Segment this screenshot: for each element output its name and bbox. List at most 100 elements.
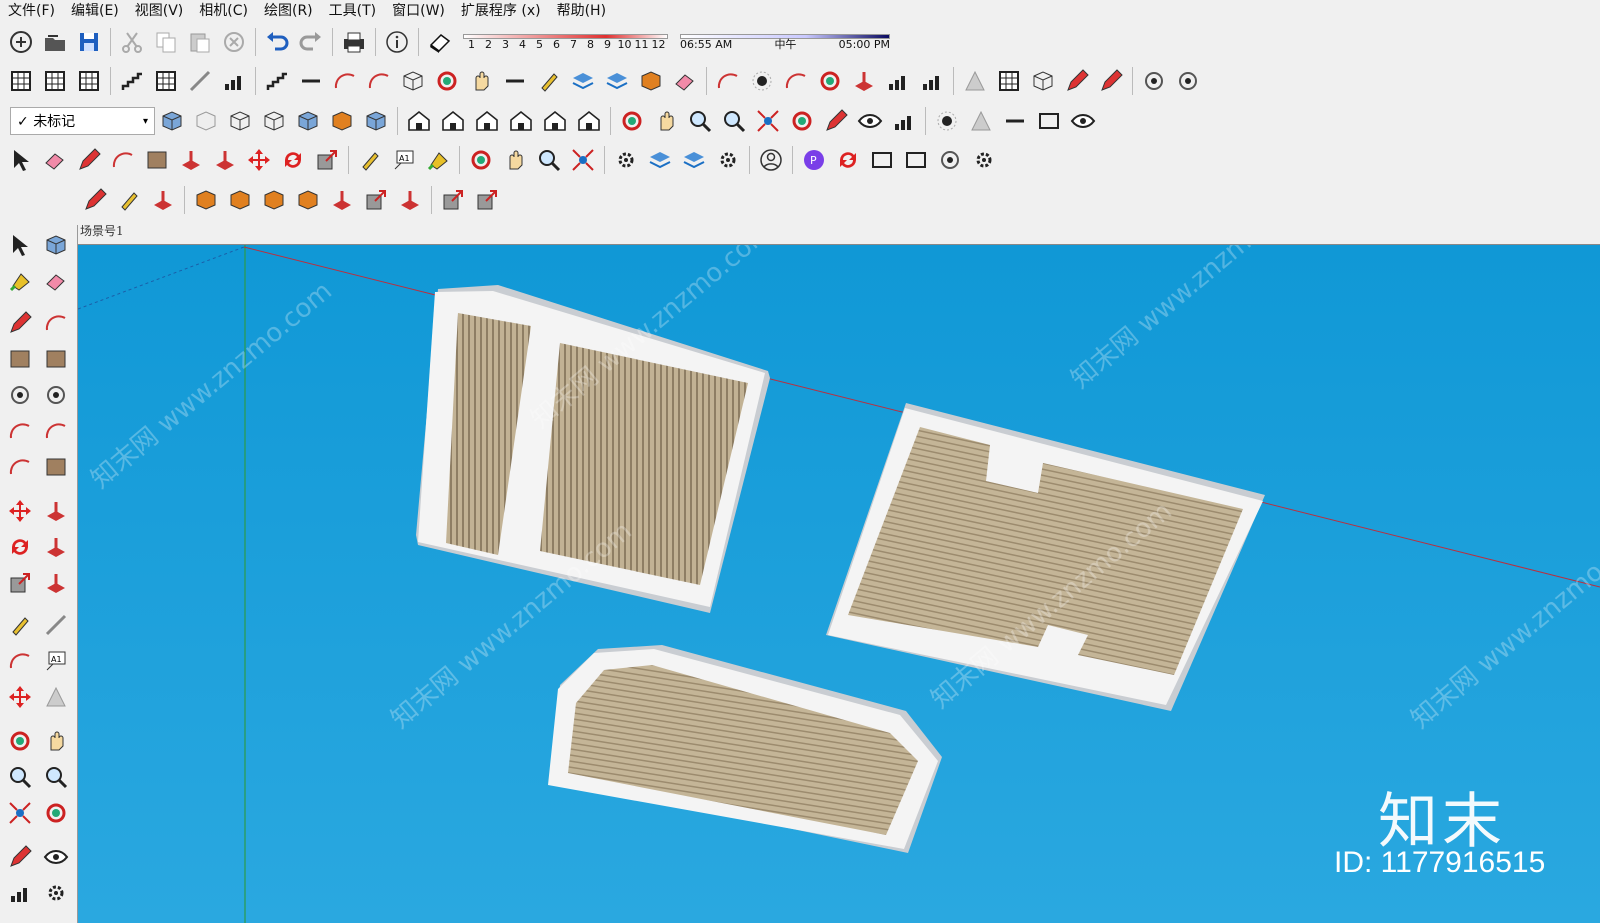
menu-tools[interactable]: 工具(T) xyxy=(321,0,384,22)
ceiling-panel-2[interactable] xyxy=(826,403,1265,711)
section-fill-button[interactable] xyxy=(964,104,998,138)
flower-button[interactable] xyxy=(967,143,1001,177)
undo-button[interactable] xyxy=(260,25,294,59)
orbit-button[interactable] xyxy=(2,723,38,759)
protractor-button[interactable] xyxy=(2,643,38,679)
zoom-window-button[interactable] xyxy=(717,104,751,138)
move-button[interactable] xyxy=(2,493,38,529)
month-slider[interactable]: 1 2 3 4 5 6 7 8 9 10 11 12 xyxy=(463,33,668,51)
spiral-button[interactable] xyxy=(813,64,847,98)
camera-button[interactable] xyxy=(865,143,899,177)
hide-button[interactable] xyxy=(1066,104,1100,138)
eraser-button[interactable] xyxy=(38,143,72,177)
iso-button[interactable] xyxy=(402,104,436,138)
dim-button[interactable] xyxy=(532,64,566,98)
warehouse-button[interactable] xyxy=(609,143,643,177)
ceiling-panel-3[interactable] xyxy=(548,645,942,853)
monochrome-button[interactable] xyxy=(359,104,393,138)
column-button[interactable] xyxy=(149,64,183,98)
time-slider[interactable]: 06:55 AM 中午 05:00 PM xyxy=(680,33,890,51)
stack-button[interactable] xyxy=(600,64,634,98)
section-button[interactable] xyxy=(930,104,964,138)
tape-button[interactable] xyxy=(2,607,38,643)
scale-button[interactable] xyxy=(310,143,344,177)
ring-button[interactable] xyxy=(38,64,72,98)
previous-button[interactable] xyxy=(38,795,74,831)
look-around-button[interactable] xyxy=(853,104,887,138)
pencil-button[interactable] xyxy=(72,143,106,177)
chop-button[interactable] xyxy=(325,183,359,217)
orbit-button[interactable] xyxy=(464,143,498,177)
extension-button[interactable] xyxy=(643,143,677,177)
shadows-toggle-button[interactable] xyxy=(423,25,457,59)
check-button[interactable] xyxy=(1171,64,1205,98)
dimension-button[interactable] xyxy=(112,183,146,217)
orbit-button[interactable] xyxy=(615,104,649,138)
roof-button[interactable] xyxy=(328,64,362,98)
pen-button[interactable] xyxy=(1060,64,1094,98)
axes-button[interactable] xyxy=(2,679,38,715)
arc-button[interactable] xyxy=(106,143,140,177)
move-button[interactable] xyxy=(242,143,276,177)
stair-button[interactable] xyxy=(115,64,149,98)
scale-button[interactable] xyxy=(2,565,38,601)
bars-button[interactable] xyxy=(217,64,251,98)
zoom-button[interactable] xyxy=(2,759,38,795)
pan-button[interactable] xyxy=(649,104,683,138)
zoom-window-button[interactable] xyxy=(38,759,74,795)
refresh-button[interactable] xyxy=(831,143,865,177)
menu-draw[interactable]: 绘图(R) xyxy=(256,0,321,22)
fence-button[interactable] xyxy=(915,64,949,98)
rotated-rect-button[interactable] xyxy=(38,341,74,377)
pie2-button[interactable] xyxy=(38,449,74,485)
position-camera-button[interactable] xyxy=(2,839,38,875)
copy-button[interactable] xyxy=(149,25,183,59)
component-button[interactable] xyxy=(38,227,74,263)
menu-window[interactable]: 窗口(W) xyxy=(384,0,453,22)
menu-extensions[interactable]: 扩展程序 (x) xyxy=(453,0,549,22)
shape-button[interactable] xyxy=(257,183,291,217)
line-tool-button[interactable] xyxy=(78,183,112,217)
mirror-button[interactable] xyxy=(958,64,992,98)
previous-button[interactable] xyxy=(785,104,819,138)
new-button[interactable] xyxy=(4,25,38,59)
section-plane-button[interactable] xyxy=(1032,104,1066,138)
save-button[interactable] xyxy=(72,25,106,59)
cross-button[interactable] xyxy=(359,183,393,217)
loop-button[interactable] xyxy=(430,64,464,98)
block-button[interactable] xyxy=(634,64,668,98)
section-button[interactable] xyxy=(38,875,74,911)
textured-button[interactable] xyxy=(325,104,359,138)
comb-button[interactable] xyxy=(881,64,915,98)
look-around-button[interactable] xyxy=(38,839,74,875)
remove-button[interactable] xyxy=(470,183,504,217)
user-button[interactable] xyxy=(754,143,788,177)
dots-button[interactable] xyxy=(992,64,1026,98)
ramp-button[interactable] xyxy=(183,64,217,98)
menu-view[interactable]: 视图(V) xyxy=(127,0,192,22)
settings-button[interactable] xyxy=(711,143,745,177)
plugin-button[interactable]: P xyxy=(797,143,831,177)
menu-camera[interactable]: 相机(C) xyxy=(191,0,256,22)
text-button[interactable]: A1 xyxy=(387,143,421,177)
top-button[interactable] xyxy=(436,104,470,138)
brush-button[interactable] xyxy=(1094,64,1128,98)
extrude-button[interactable] xyxy=(189,183,223,217)
rect-button[interactable] xyxy=(140,143,174,177)
sweep-button[interactable] xyxy=(393,183,427,217)
yplugin-button[interactable] xyxy=(933,143,967,177)
pan-button[interactable] xyxy=(38,723,74,759)
screenshot-button[interactable] xyxy=(899,143,933,177)
menu-help[interactable]: 帮助(H) xyxy=(549,0,614,22)
truss-button[interactable] xyxy=(362,64,396,98)
add-button[interactable] xyxy=(436,183,470,217)
model-info-button[interactable] xyxy=(380,25,414,59)
dimension-button[interactable] xyxy=(38,607,74,643)
grid-button[interactable] xyxy=(4,64,38,98)
paint-button[interactable] xyxy=(421,143,455,177)
hidden-line-button[interactable] xyxy=(257,104,291,138)
layer-button[interactable] xyxy=(566,64,600,98)
layers-button[interactable] xyxy=(677,143,711,177)
polygon-button[interactable] xyxy=(38,377,74,413)
eraser-button[interactable] xyxy=(38,263,74,299)
